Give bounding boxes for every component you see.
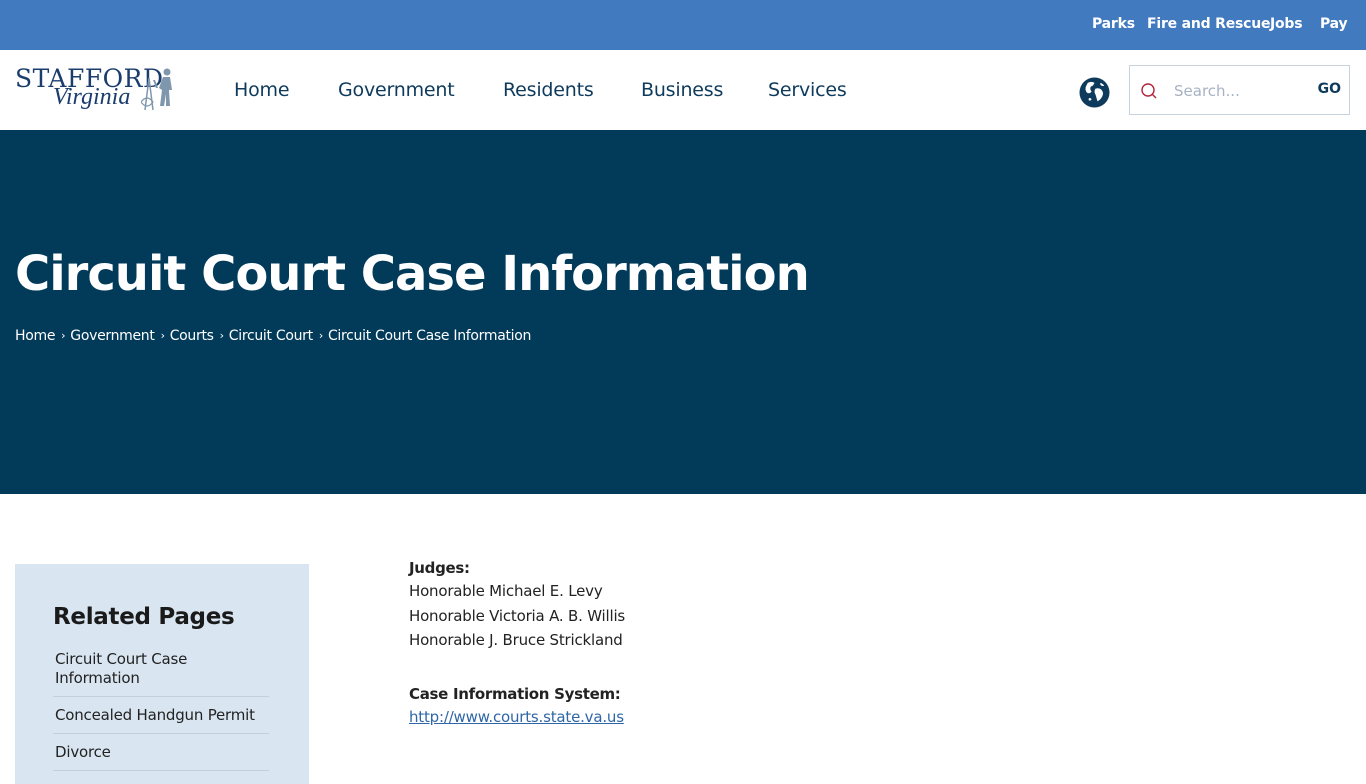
list-item: Divorce	[53, 743, 269, 771]
related-link-concealed-handgun[interactable]: Concealed Handgun Permit	[55, 706, 255, 724]
nav-item-residents[interactable]: Residents	[503, 79, 594, 101]
list-item: Concealed Handgun Permit	[53, 706, 269, 734]
page-title: Circuit Court Case Information	[15, 246, 810, 302]
related-link-case-information[interactable]: Circuit Court Case Information	[55, 650, 187, 687]
logo-surveyor-icon	[141, 68, 172, 111]
breadcrumb-government[interactable]: Government	[70, 328, 155, 344]
utility-link-jobs[interactable]: Jobs	[1270, 16, 1303, 32]
utility-link-fire-rescue[interactable]: Fire and Rescue	[1147, 16, 1271, 32]
main-header: STAFFORD Virginia Home Government Reside…	[0, 50, 1366, 130]
search-input[interactable]	[1174, 78, 1299, 104]
breadcrumb-courts[interactable]: Courts	[170, 328, 214, 344]
search-icon	[1141, 83, 1157, 99]
nav-item-services[interactable]: Services	[768, 79, 847, 101]
related-pages-panel: Related Pages Circuit Court Case Informa…	[15, 564, 309, 784]
related-pages-title: Related Pages	[53, 604, 235, 630]
nav-item-government[interactable]: Government	[338, 79, 455, 101]
case-system-label: Case Information System:	[409, 684, 621, 703]
related-link-divorce[interactable]: Divorce	[55, 743, 111, 761]
breadcrumb: Home › Government › Courts › Circuit Court › Cir…	[15, 328, 531, 344]
breadcrumb-current: Circuit Court Case Information	[327, 328, 532, 344]
search-box: GO	[1129, 65, 1350, 115]
related-pages-list: Circuit Court Case Information Concealed…	[53, 650, 269, 780]
list-item: Circuit Court Case Information	[53, 650, 269, 697]
breadcrumb-circuit-court[interactable]: Circuit Court	[229, 328, 313, 344]
breadcrumb-separator: ›	[318, 329, 323, 342]
main-content: Judges: Honorable Michael E. Levy Honora…	[409, 558, 1009, 729]
breadcrumb-home[interactable]: Home	[15, 328, 55, 344]
nav-item-home[interactable]: Home	[234, 79, 290, 101]
judge-name: Honorable Victoria A. B. Willis	[409, 606, 626, 625]
globe-icon[interactable]	[1079, 77, 1110, 108]
breadcrumb-separator: ›	[219, 329, 224, 342]
page-hero: Circuit Court Case Information Home › Gove…	[0, 130, 1366, 494]
logo-text-virginia: Virginia	[53, 84, 131, 110]
breadcrumb-separator: ›	[61, 329, 66, 342]
search-go-button[interactable]: GO	[1318, 81, 1341, 97]
utility-link-pay[interactable]: Pay	[1320, 16, 1348, 32]
nav-item-business[interactable]: Business	[641, 79, 723, 101]
judge-name: Honorable J. Bruce Strickland	[409, 631, 623, 649]
judges-label: Judges:	[409, 559, 470, 577]
utility-link-parks[interactable]: Parks	[1092, 16, 1135, 32]
utility-bar: Parks Fire and Rescue Jobs Pay	[0, 0, 1366, 50]
judge-name: Honorable Michael E. Levy	[409, 582, 603, 600]
case-system-link[interactable]: http://www.courts.state.va.us	[409, 708, 624, 726]
site-logo[interactable]: STAFFORD Virginia	[15, 64, 180, 120]
breadcrumb-separator: ›	[160, 329, 165, 342]
